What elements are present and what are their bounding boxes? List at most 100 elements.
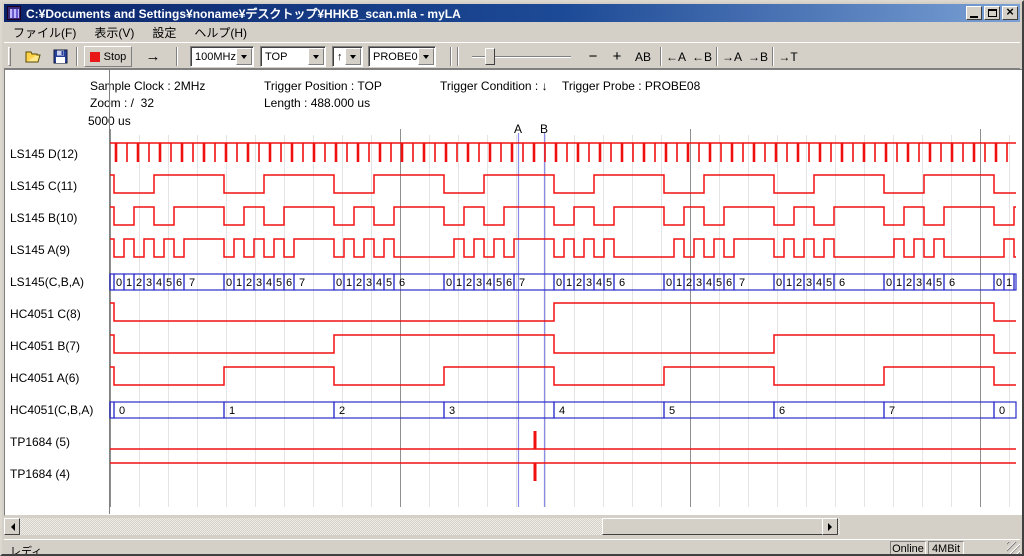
bus-value: 4 (266, 277, 272, 289)
trace-hc4051-b-7- (110, 335, 1016, 353)
app-icon[interactable] (7, 6, 21, 20)
menu-file[interactable]: ファイル(F) (4, 23, 85, 42)
bus-cell (444, 402, 554, 418)
dropdown-button[interactable] (345, 48, 361, 65)
bus-value: 3 (476, 277, 482, 289)
bus-value: 2 (906, 277, 912, 289)
bus-value: 1 (676, 277, 682, 289)
chevron-down-icon (423, 55, 429, 62)
minimize-icon (970, 16, 978, 18)
bus-value: 5 (669, 405, 675, 417)
trace-ls145-b-10- (110, 207, 1016, 225)
bus-value: 0 (996, 277, 1002, 289)
bus-cell (774, 402, 884, 418)
bus-value: 1 (236, 277, 242, 289)
stop-icon (90, 52, 100, 62)
status-bar: レディ Online 4MBit (4, 539, 1020, 556)
zoom-slider[interactable] (485, 48, 495, 65)
set-cursor-a-button[interactable]: →A (720, 46, 744, 67)
bus-value: 7 (189, 277, 195, 289)
open-folder-icon (25, 50, 43, 64)
scrollbar-thumb[interactable] (602, 518, 824, 535)
bus-value: 2 (466, 277, 472, 289)
bus-value: 5 (936, 277, 942, 289)
bus-value: 3 (256, 277, 262, 289)
bus-value: 1 (896, 277, 902, 289)
toolbar-separator (772, 47, 774, 66)
bus-value: 0 (556, 277, 562, 289)
goto-cursor-b-button[interactable]: ←B (690, 46, 714, 67)
menu-settings[interactable]: 設定 (143, 23, 185, 42)
trigger-position-value: TOP (261, 51, 308, 63)
zoom-in-button[interactable]: + (606, 46, 628, 67)
status-memory-cell: 4MBit (928, 541, 964, 556)
save-button[interactable] (48, 46, 72, 67)
trace-ls145-c-b-a-: 0123456701234567012345601234567012345601… (110, 274, 1016, 290)
toolbar-separator (450, 47, 452, 66)
trace-tp1684-4- (110, 463, 1016, 481)
trigger-edge-combobox[interactable]: ↑ (332, 46, 363, 67)
trigger-edge-value: ↑ (333, 51, 345, 63)
sample-clock-value: 100MHz (191, 51, 236, 63)
open-file-button[interactable] (22, 46, 46, 67)
arrow-right-icon (828, 523, 836, 531)
trace-hc4051-c-8- (110, 303, 1016, 321)
bus-value: 3 (806, 277, 812, 289)
zoom-ab-button[interactable]: AB (630, 46, 656, 67)
trace-hc4051-a-6- (110, 367, 1016, 385)
bus-value: 4 (596, 277, 602, 289)
menu-view[interactable]: 表示(V) (85, 23, 143, 42)
bus-value: 3 (366, 277, 372, 289)
maximize-icon (988, 9, 997, 17)
trigger-pulse (534, 463, 537, 481)
bus-cell (884, 402, 994, 418)
toolbar-separator (457, 47, 459, 66)
goto-trigger-button[interactable]: →T (776, 46, 800, 67)
trigger-pulse (534, 431, 537, 449)
close-button[interactable]: × (1002, 6, 1018, 20)
resize-grip[interactable] (1007, 542, 1020, 555)
bus-value: 6 (779, 405, 785, 417)
trace-ls145-c-11- (110, 175, 1016, 193)
bus-value: 5 (826, 277, 832, 289)
bus-value: 0 (336, 277, 342, 289)
dropdown-button[interactable] (308, 48, 324, 65)
bus-value: 0 (116, 277, 122, 289)
zoom-out-button[interactable]: − (582, 46, 604, 67)
bus-value: 2 (356, 277, 362, 289)
set-cursor-b-button[interactable]: →B (746, 46, 770, 67)
toolbar-grip[interactable] (8, 47, 11, 66)
bus-value: 4 (706, 277, 712, 289)
bus-value: 2 (576, 277, 582, 289)
bus-value: 2 (136, 277, 142, 289)
trigger-position-combobox[interactable]: TOP (260, 46, 326, 67)
stop-label: Stop (104, 51, 127, 63)
bus-value: 4 (559, 405, 565, 417)
status-ready-text: レディ (10, 543, 42, 556)
scroll-right-button[interactable] (822, 518, 838, 535)
bus-value: 3 (916, 277, 922, 289)
scroll-left-button[interactable] (4, 518, 20, 535)
menu-help[interactable]: ヘルプ(H) (185, 23, 256, 42)
minimize-button[interactable] (966, 6, 982, 20)
horizontal-scrollbar[interactable] (4, 518, 840, 535)
toolbar-separator (716, 47, 718, 66)
stop-button[interactable]: Stop (84, 46, 132, 67)
bus-value: 3 (449, 405, 455, 417)
bus-cell (1014, 274, 1016, 290)
bus-value: 6 (506, 277, 512, 289)
bus-value: 6 (399, 277, 405, 289)
waveform-canvas[interactable]: 0123456701234567012345601234567012345601… (2, 69, 1024, 515)
trigger-probe-combobox[interactable]: PROBE00 (368, 46, 436, 67)
bus-value: 6 (286, 277, 292, 289)
sample-clock-combobox[interactable]: 100MHz (190, 46, 254, 67)
bus-value: 2 (796, 277, 802, 289)
maximize-button[interactable] (984, 6, 1000, 20)
dropdown-button[interactable] (236, 48, 252, 65)
dropdown-button[interactable] (418, 48, 434, 65)
bus-value: 1 (566, 277, 572, 289)
run-single-button[interactable]: → (140, 46, 166, 67)
bus-value: 0 (226, 277, 232, 289)
goto-cursor-a-button[interactable]: ←A (664, 46, 688, 67)
cursor-lines[interactable] (519, 133, 545, 507)
